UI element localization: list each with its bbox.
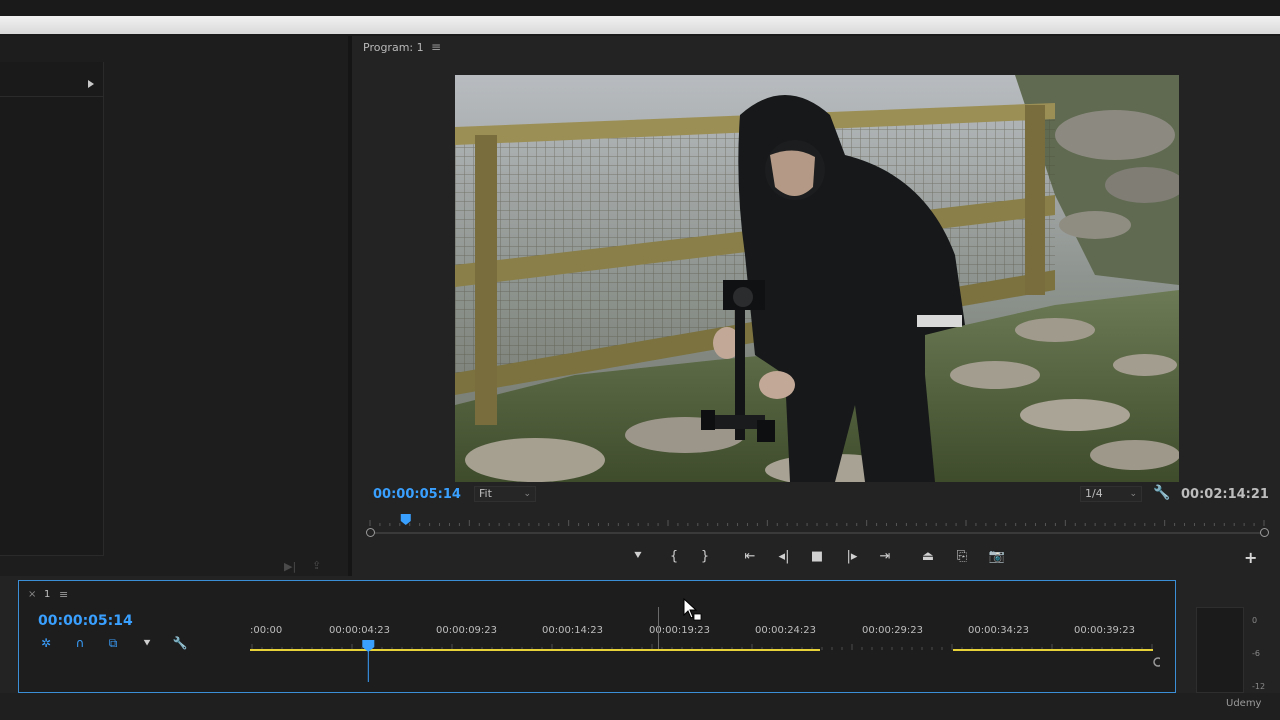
- mark-in-icon[interactable]: {: [663, 547, 685, 567]
- program-duration-timecode: 00:02:14:21: [1181, 487, 1269, 502]
- left-gutter: [0, 580, 18, 693]
- mark-out-icon[interactable]: }: [694, 547, 716, 567]
- go-to-in-icon[interactable]: ⇤: [739, 547, 761, 567]
- meter-scale-label: 0: [1252, 616, 1258, 625]
- scrollbar-left-handle[interactable]: [366, 528, 375, 537]
- snap-icon[interactable]: ✲: [37, 635, 55, 651]
- bottom-bar: [0, 693, 1280, 720]
- insert-overwrite-icon[interactable]: ⧉: [104, 635, 122, 651]
- chevron-down-icon: ⌄: [523, 489, 531, 499]
- lift-icon[interactable]: ⏏: [917, 547, 939, 567]
- add-marker-icon[interactable]: ⯆: [138, 635, 156, 651]
- insert-icon[interactable]: ▶|: [284, 560, 296, 573]
- divider: [0, 96, 104, 97]
- step-back-icon[interactable]: ◂|: [773, 547, 795, 567]
- settings-wrench-icon[interactable]: 🔧: [171, 635, 189, 651]
- go-to-out-icon[interactable]: ⇥: [874, 547, 896, 567]
- marker-icon[interactable]: ⯆: [627, 547, 649, 567]
- extract-icon[interactable]: ⎘: [951, 547, 973, 567]
- audio-meter: [1196, 607, 1244, 693]
- stop-icon[interactable]: ■: [806, 547, 828, 567]
- program-monitor-tab[interactable]: Program: 1: [363, 41, 424, 54]
- chevron-down-icon: ⌄: [1129, 489, 1137, 499]
- video-still: [455, 75, 1179, 482]
- playback-resolution-value: 1/4: [1085, 487, 1103, 500]
- meter-scale-label: -6: [1252, 649, 1260, 658]
- watermark-text: Udemy: [1226, 698, 1262, 709]
- drag-indicator-line: [658, 607, 659, 649]
- program-video-frame: [455, 75, 1179, 482]
- meter-scale-label: -12: [1252, 682, 1266, 691]
- export-frame-icon[interactable]: 📷: [986, 547, 1008, 567]
- window-strip: [0, 16, 1280, 34]
- panel-menu-icon[interactable]: ≡: [431, 40, 441, 54]
- mouse-cursor-icon: [683, 598, 702, 621]
- scrollbar-right-handle[interactable]: [1260, 528, 1269, 537]
- step-forward-icon[interactable]: |▸: [841, 547, 863, 567]
- settings-wrench-icon[interactable]: 🔧: [1153, 485, 1170, 501]
- timeline-current-timecode[interactable]: 00:00:05:14: [38, 613, 133, 629]
- zoom-level-value: Fit: [479, 487, 492, 500]
- export-icon[interactable]: ⇪: [312, 559, 321, 572]
- linked-selection-icon[interactable]: ∩: [71, 635, 89, 651]
- timeline-scroll-handle: [1153, 657, 1160, 667]
- close-icon[interactable]: ×: [28, 589, 36, 600]
- program-zoom-scrollbar[interactable]: [370, 532, 1266, 534]
- zoom-level-select[interactable]: Fit ⌄: [474, 486, 536, 502]
- sequence-tab[interactable]: 1: [44, 589, 50, 600]
- program-current-timecode[interactable]: 00:00:05:14: [373, 487, 461, 502]
- top-bar: [0, 0, 1280, 16]
- button-editor-add-icon[interactable]: +: [1244, 548, 1257, 567]
- panel-menu-icon[interactable]: ≡: [59, 588, 68, 601]
- playback-resolution-select[interactable]: 1/4 ⌄: [1080, 486, 1142, 502]
- timeline-time-ruler[interactable]: :00:00 00:00:04:23 00:00:09:23 00:00:14:…: [250, 622, 1160, 682]
- timeline-ruler-graphics: [250, 640, 1160, 682]
- source-panel-content: [0, 62, 104, 556]
- expand-arrow-icon[interactable]: [88, 80, 94, 88]
- program-time-ruler[interactable]: [366, 514, 1268, 528]
